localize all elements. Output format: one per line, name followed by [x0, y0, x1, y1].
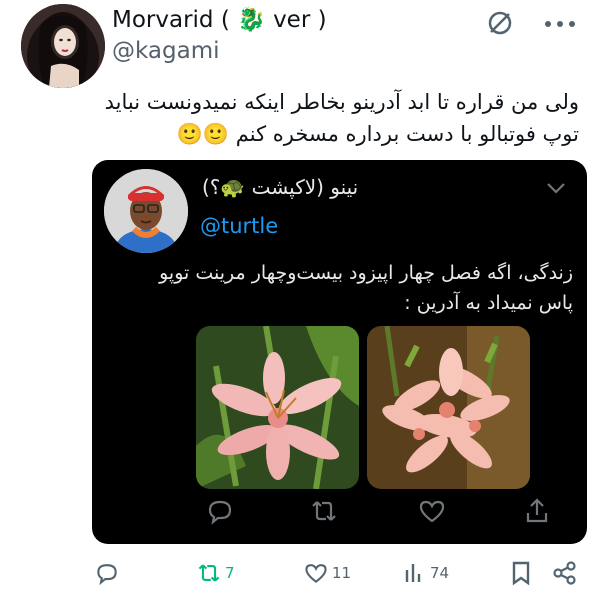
quoted-tweet-card[interactable]: نینو (لاکپشت 🐢؟) @turtle زندگی، اگه فصل … [92, 160, 587, 544]
retweet-icon[interactable] [309, 496, 339, 526]
eye-slash-icon[interactable] [485, 8, 515, 38]
more-options-icon[interactable] [540, 10, 580, 38]
reply-icon[interactable] [205, 496, 235, 526]
like-button[interactable]: 11 [303, 560, 351, 586]
tweet-text: ولی من قراره تا ابد آدرینو بخاطر اینکه ن… [19, 86, 579, 150]
bookmark-button[interactable] [510, 560, 532, 586]
tweet-text-line-1: ولی من قراره تا ابد آدرینو بخاطر اینکه ن… [104, 90, 579, 114]
reply-icon [94, 560, 120, 586]
share-icon[interactable] [522, 496, 552, 526]
quoted-tweet-actions [92, 492, 587, 532]
like-count: 11 [332, 564, 352, 582]
quoted-author-handle[interactable]: @turtle [200, 214, 278, 238]
author-display-name[interactable]: Morvarid ( 🐉 ver ) [112, 6, 327, 33]
retweet-icon [196, 560, 222, 586]
like-icon[interactable] [417, 496, 447, 526]
quoted-text-line-2: پاس نمیداد به آدرین : [404, 292, 573, 314]
lily-photo-1[interactable] [196, 326, 359, 489]
reply-button[interactable] [94, 560, 120, 586]
quoted-tweet-text: زندگی، اگه فصل چهار اپیزود بیست‌وچهار مر… [103, 258, 573, 318]
tweet-actions-bar: 7 11 74 [0, 556, 599, 592]
retweet-count: 7 [225, 564, 235, 582]
quoted-author-avatar[interactable] [104, 169, 188, 253]
share-button[interactable] [552, 560, 578, 586]
chevron-down-icon[interactable] [545, 180, 567, 194]
bookmark-icon [510, 560, 532, 586]
quoted-author-display-name[interactable]: نینو (لاکپشت 🐢؟) [202, 175, 358, 199]
author-avatar[interactable] [21, 4, 105, 88]
views-button[interactable]: 74 [403, 560, 449, 586]
heart-icon [303, 560, 329, 586]
bar-chart-icon [403, 560, 427, 586]
author-handle[interactable]: @kagami [112, 38, 220, 64]
retweet-button[interactable]: 7 [196, 560, 235, 586]
tweet-text-line-2: توپ فوتبالو با دست برداره مسخره کنم 🙂🙂 [176, 122, 579, 146]
quoted-text-line-1: زندگی، اگه فصل چهار اپیزود بیست‌وچهار مر… [159, 262, 573, 284]
share-icon [552, 560, 578, 586]
lily-photo-2[interactable] [367, 326, 530, 489]
view-count: 74 [430, 564, 450, 582]
